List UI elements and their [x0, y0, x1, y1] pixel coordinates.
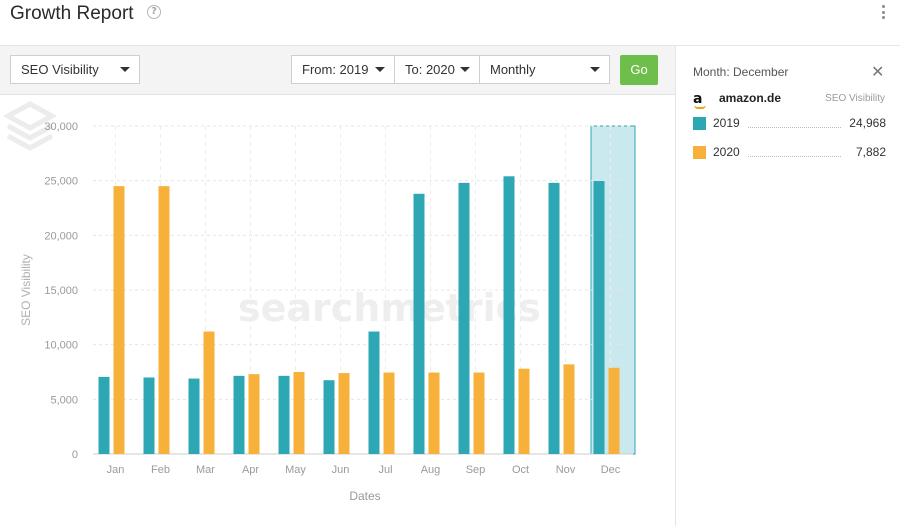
legend-swatch-2020 [693, 146, 706, 159]
x-tick-label: Apr [242, 464, 259, 476]
bar-2020-jul [383, 372, 395, 454]
from-year-select[interactable]: From: 2019 [291, 55, 395, 84]
to-year-select[interactable]: To: 2020 [394, 55, 480, 84]
y-tick-label: 10,000 [44, 340, 78, 352]
x-tick-label: Jan [107, 464, 125, 476]
bar-2020-apr [248, 374, 260, 454]
bar-2020-jan [113, 186, 125, 454]
x-tick-label: Oct [512, 464, 529, 476]
bar-2019-feb [143, 377, 155, 454]
bar-2020-oct [518, 368, 530, 454]
to-year-label: To: 2020 [405, 62, 455, 77]
bar-2019-may [278, 375, 290, 454]
bar-2019-jun [323, 380, 335, 454]
legend-swatch-2019 [693, 117, 706, 130]
x-tick-label: Jul [378, 464, 392, 476]
bar-2020-jun [338, 373, 350, 454]
bar-2019-mar [188, 378, 200, 454]
more-options-icon[interactable] [880, 5, 886, 21]
y-tick-label: 0 [72, 449, 78, 461]
bar-2019-aug [413, 193, 425, 454]
bar-chart: 0 5,000 10,000 15,000 20,000 25,000 30,000 Jan F… [19, 121, 636, 503]
x-tick-label: Aug [421, 464, 441, 476]
from-year-label: From: 2019 [302, 62, 369, 77]
month-detail-panel: Month: December ✕ a amazon.de SEO Visibi… [675, 46, 900, 526]
header-bar: Growth Report ? [0, 0, 900, 46]
close-icon[interactable]: ✕ [871, 62, 884, 81]
bar-2019-jan [98, 376, 110, 454]
bar-2019-jul [368, 331, 380, 454]
bar-2020-feb [158, 186, 170, 454]
bar-2019-nov [548, 182, 560, 454]
x-tick-label: Sep [466, 464, 486, 476]
metric-label: SEO Visibility [825, 93, 885, 104]
domain-label: amazon.de [719, 91, 782, 105]
month-label: Month: December [693, 65, 789, 79]
bar-2020-mar [203, 331, 215, 454]
x-tick-label: Nov [556, 464, 576, 476]
legend-row-2020: 2020 7,882 [693, 145, 886, 161]
legend-value: 7,882 [855, 145, 886, 159]
go-button[interactable]: Go [620, 55, 658, 85]
interval-select[interactable]: Monthly [479, 55, 610, 84]
y-tick-label: 25,000 [44, 176, 78, 188]
chevron-down-icon [375, 67, 385, 72]
bar-2020-aug [428, 372, 440, 454]
y-tick-label: 20,000 [44, 230, 78, 242]
x-tick-label: Jun [332, 464, 350, 476]
legend-value: 24,968 [849, 116, 886, 130]
bar-2020-dec [608, 367, 620, 454]
legend-row-2019: 2019 24,968 [693, 116, 886, 132]
metric-select-label: SEO Visibility [21, 62, 99, 77]
x-tick-label: May [285, 464, 306, 476]
chevron-down-icon [120, 67, 130, 72]
bar-2019-apr [233, 375, 245, 454]
bar-2020-sep [473, 372, 485, 454]
legend-year: 2019 [713, 116, 740, 130]
bar-2019-oct [503, 176, 515, 454]
x-tick-label: Dec [601, 464, 621, 476]
bar-2019-sep [458, 182, 470, 454]
interval-label: Monthly [490, 62, 536, 77]
help-icon[interactable]: ? [147, 5, 161, 19]
x-axis-title: Dates [349, 489, 380, 503]
chart-area: searchmetrics 0 5,000 10,000 15,000 20,000 25… [0, 96, 675, 526]
page-title: Growth Report [10, 3, 134, 24]
x-tick-label: Feb [151, 464, 170, 476]
toolbar: SEO Visibility From: 2019 To: 2020 Month… [0, 46, 676, 95]
amazon-logo-icon: a [693, 92, 707, 109]
bar-2020-nov [563, 364, 575, 454]
y-tick-label: 5,000 [50, 394, 78, 406]
bar-2020-may [293, 372, 305, 454]
legend-year: 2020 [713, 145, 740, 159]
y-tick-label: 30,000 [44, 121, 78, 133]
y-axis-title: SEO Visibility [19, 254, 33, 326]
bar-2019-dec [593, 181, 605, 454]
y-tick-label: 15,000 [44, 285, 78, 297]
x-tick-label: Mar [196, 464, 215, 476]
chevron-down-icon [460, 67, 470, 72]
metric-select[interactable]: SEO Visibility [10, 55, 140, 84]
chevron-down-icon [590, 67, 600, 72]
